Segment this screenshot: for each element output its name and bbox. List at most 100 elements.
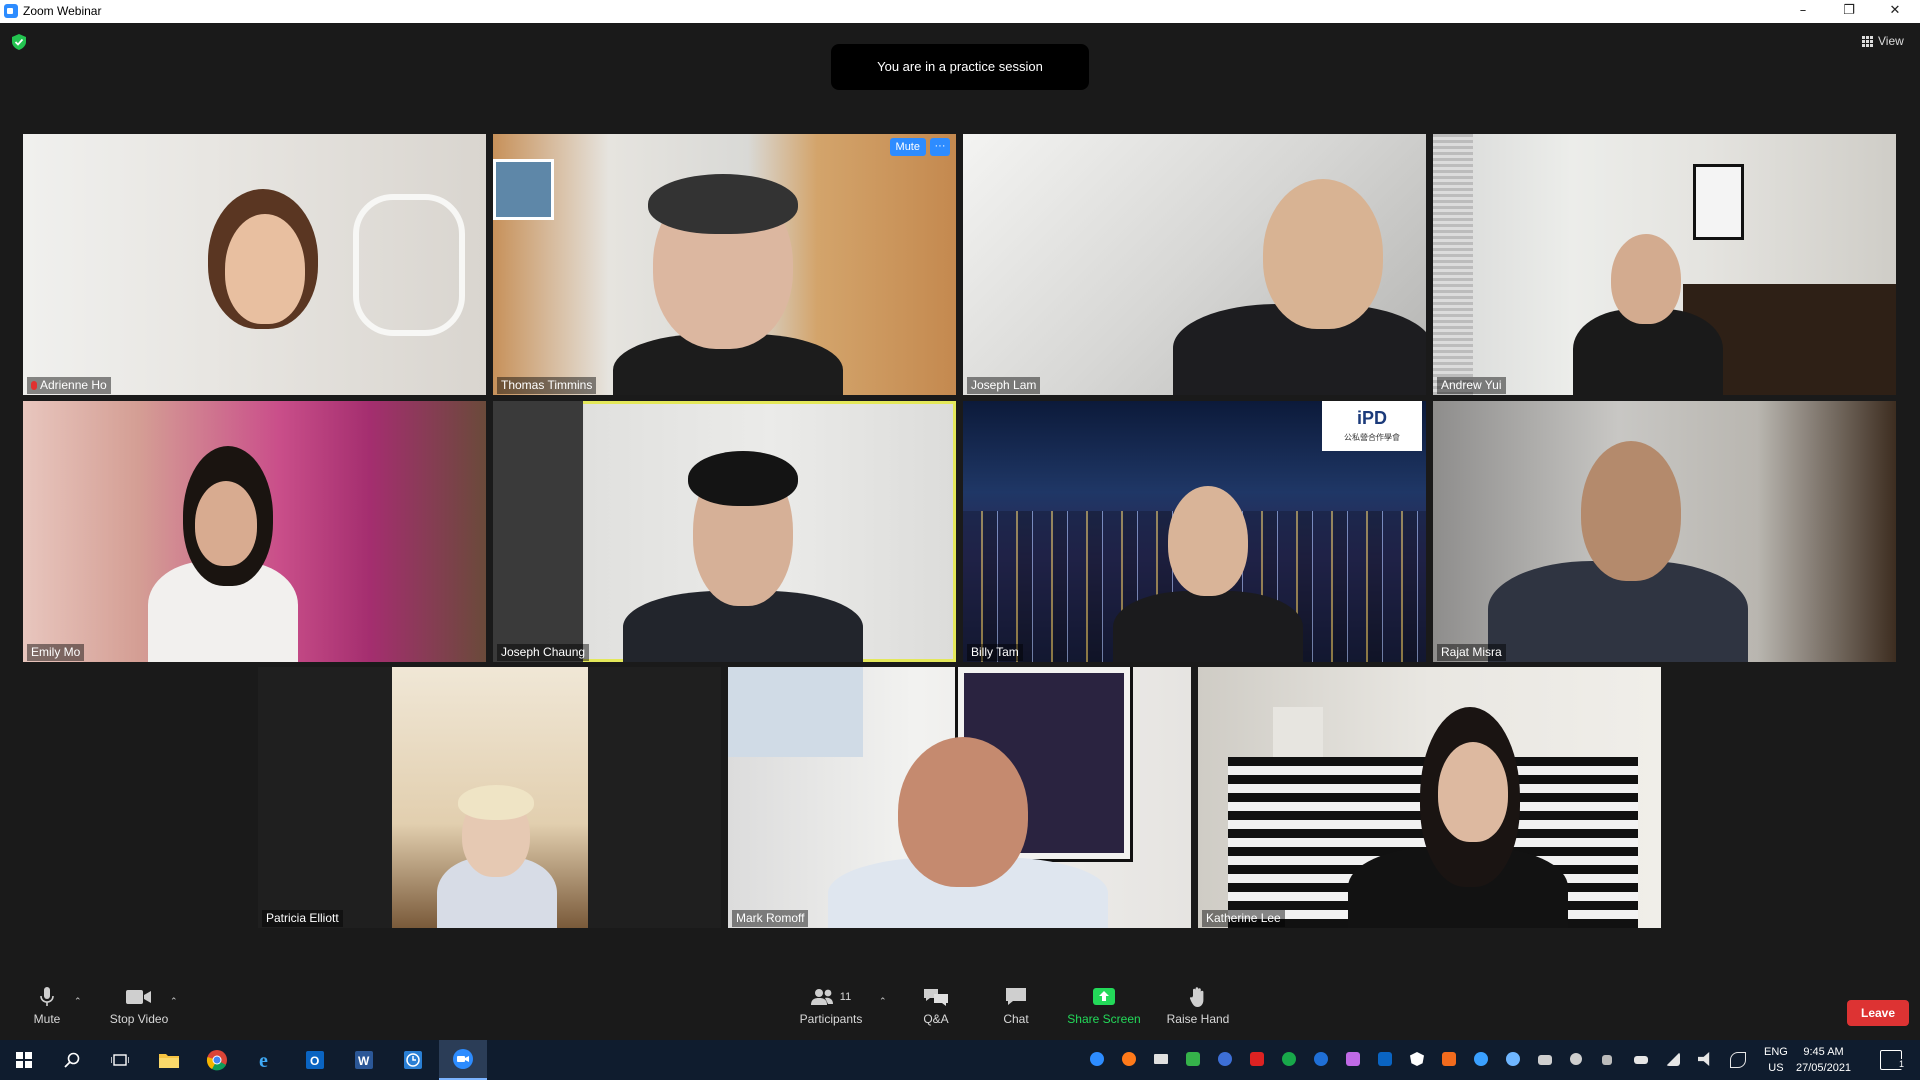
svg-text:e: e bbox=[259, 1050, 268, 1071]
pen-workspace-icon[interactable] bbox=[1730, 1052, 1746, 1068]
raise-hand-icon bbox=[1189, 987, 1204, 1007]
wifi-icon[interactable] bbox=[1666, 1052, 1680, 1066]
video-tile-katherine-lee[interactable]: Katherine Lee bbox=[1198, 667, 1661, 928]
tile-more-button[interactable]: ··· bbox=[930, 138, 950, 156]
participant-name: Emily Mo bbox=[27, 644, 85, 661]
close-button[interactable]: ✕ bbox=[1872, 0, 1918, 23]
view-label: View bbox=[1878, 34, 1904, 48]
video-tile-joseph-lam[interactable]: Joseph Lam bbox=[963, 134, 1426, 395]
minimize-button[interactable]: – bbox=[1780, 0, 1826, 23]
taskbar-outlook[interactable]: O bbox=[291, 1040, 339, 1080]
raise-hand-label: Raise Hand bbox=[1166, 1012, 1230, 1026]
notification-count: 1 bbox=[1897, 1059, 1905, 1069]
taskbar-chrome[interactable] bbox=[193, 1040, 241, 1080]
participants-button[interactable]: 11 Participants bbox=[795, 984, 867, 1026]
wall-picture bbox=[1693, 164, 1744, 240]
share-screen-button[interactable]: Share Screen bbox=[1067, 984, 1141, 1026]
tray-security-icon[interactable] bbox=[1410, 1052, 1424, 1066]
participant-name: Patricia Elliott bbox=[262, 910, 343, 927]
bluetooth-icon[interactable] bbox=[1314, 1052, 1328, 1066]
participant-name: Adrienne Ho bbox=[27, 377, 111, 394]
video-tile-billy-tam[interactable]: iPD 公私營合作學會 Billy Tam bbox=[963, 401, 1426, 662]
stop-video-label: Stop Video bbox=[109, 1012, 169, 1026]
participants-options-chevron-icon[interactable]: ⌃ bbox=[879, 996, 887, 1007]
search-icon bbox=[64, 1052, 80, 1068]
restore-button[interactable]: ❐ bbox=[1826, 0, 1872, 23]
tray-vpn-icon[interactable] bbox=[1218, 1052, 1232, 1066]
stop-video-button[interactable]: Stop Video bbox=[104, 984, 174, 1026]
taskbar-file-explorer[interactable] bbox=[145, 1040, 193, 1080]
share-screen-icon bbox=[1093, 988, 1115, 1005]
video-options-chevron-icon[interactable]: ⌃ bbox=[170, 996, 178, 1007]
participant-name: Mark Romoff bbox=[732, 910, 809, 927]
tray-drive-icon[interactable] bbox=[1538, 1055, 1552, 1065]
taskbar-clock[interactable]: 9:45 AM 27/05/2021 bbox=[1796, 1044, 1851, 1076]
tray-zoom-icon[interactable] bbox=[1090, 1052, 1104, 1066]
participant-count: 11 bbox=[839, 991, 852, 1003]
taskbar-alarms-clock[interactable] bbox=[389, 1040, 437, 1080]
video-tile-rajat-misra[interactable]: Rajat Misra bbox=[1433, 401, 1896, 662]
folder-icon bbox=[159, 1054, 179, 1068]
tray-network-adapter-icon[interactable] bbox=[1346, 1052, 1360, 1066]
qa-icon bbox=[924, 989, 948, 1006]
tray-update-icon[interactable] bbox=[1122, 1052, 1136, 1066]
participant-name: Rajat Misra bbox=[1437, 644, 1506, 661]
taskbar-zoom[interactable] bbox=[439, 1040, 487, 1080]
mute-button[interactable]: Mute bbox=[26, 984, 68, 1026]
leave-button[interactable]: Leave bbox=[1847, 1000, 1909, 1026]
battery-icon[interactable] bbox=[1634, 1056, 1648, 1064]
participant-name: Thomas Timmins bbox=[497, 377, 597, 394]
participant-name: Joseph Chaung bbox=[497, 644, 590, 661]
video-tile-joseph-chaung[interactable]: Joseph Chaung bbox=[493, 401, 956, 662]
microphone-icon bbox=[40, 987, 54, 1006]
qa-button[interactable]: Q&A bbox=[920, 984, 952, 1026]
task-view-icon bbox=[111, 1054, 129, 1066]
chat-label: Chat bbox=[1003, 1012, 1029, 1026]
tile-mute-button[interactable]: Mute bbox=[889, 138, 926, 156]
view-button[interactable]: View bbox=[1862, 34, 1904, 48]
tray-outlook-icon[interactable] bbox=[1378, 1052, 1392, 1066]
tray-pen-icon[interactable] bbox=[1570, 1053, 1582, 1065]
tray-app-icon-2[interactable] bbox=[1442, 1052, 1456, 1066]
backdrop-banner bbox=[303, 461, 343, 651]
chat-button[interactable]: Chat bbox=[1000, 984, 1032, 1026]
raise-hand-button[interactable]: Raise Hand bbox=[1166, 984, 1230, 1026]
zoom-camera-icon bbox=[453, 1049, 473, 1069]
video-tile-adrienne-ho[interactable]: Adrienne Ho bbox=[23, 134, 486, 395]
participants-icon bbox=[810, 989, 833, 1005]
shield-check-icon[interactable] bbox=[12, 34, 26, 50]
tray-mail-icon[interactable] bbox=[1154, 1054, 1168, 1064]
input-language-indicator[interactable]: ENG US bbox=[1764, 1044, 1788, 1076]
taskbar-internet-explorer[interactable]: e bbox=[242, 1040, 290, 1080]
video-tile-mark-romoff[interactable]: Mark Romoff bbox=[728, 667, 1191, 928]
video-tile-andrew-yui[interactable]: Andrew Yui bbox=[1433, 134, 1896, 395]
svg-text:O: O bbox=[310, 1054, 319, 1068]
notification-center-button[interactable]: 1 bbox=[1880, 1050, 1905, 1070]
tray-app-icon[interactable] bbox=[1186, 1052, 1200, 1066]
taskbar-search-button[interactable] bbox=[48, 1040, 96, 1080]
svg-text:W: W bbox=[358, 1054, 370, 1068]
tray-usb-icon[interactable] bbox=[1602, 1055, 1612, 1065]
task-view-button[interactable] bbox=[96, 1040, 144, 1080]
tray-sync-icon[interactable] bbox=[1282, 1052, 1296, 1066]
outlook-icon: O bbox=[306, 1051, 324, 1069]
taskbar-word[interactable]: W bbox=[340, 1040, 388, 1080]
participant-name: Katherine Lee bbox=[1202, 910, 1285, 927]
mute-label: Mute bbox=[33, 1012, 61, 1026]
tray-onedrive-icon[interactable] bbox=[1474, 1052, 1488, 1066]
video-tile-thomas-timmins[interactable]: Mute ··· Thomas Timmins bbox=[493, 134, 956, 395]
word-icon: W bbox=[355, 1051, 373, 1069]
video-tile-patricia-elliott[interactable]: Patricia Elliott bbox=[258, 667, 721, 928]
title-bar: Zoom Webinar – ❐ ✕ bbox=[0, 0, 1920, 23]
volume-icon[interactable] bbox=[1698, 1052, 1710, 1066]
participants-label: Participants bbox=[799, 1012, 863, 1026]
video-tile-emily-mo[interactable]: Emily Mo bbox=[23, 401, 486, 662]
window-title: Zoom Webinar bbox=[23, 4, 102, 18]
start-button[interactable] bbox=[0, 1040, 48, 1080]
internet-explorer-icon: e bbox=[259, 1050, 268, 1071]
tray-antivirus-icon[interactable] bbox=[1250, 1052, 1264, 1066]
tray-cloud-icon[interactable] bbox=[1506, 1052, 1520, 1066]
audio-options-chevron-icon[interactable]: ⌃ bbox=[74, 996, 82, 1007]
window-blinds bbox=[1433, 134, 1473, 395]
wall-picture bbox=[493, 159, 554, 220]
